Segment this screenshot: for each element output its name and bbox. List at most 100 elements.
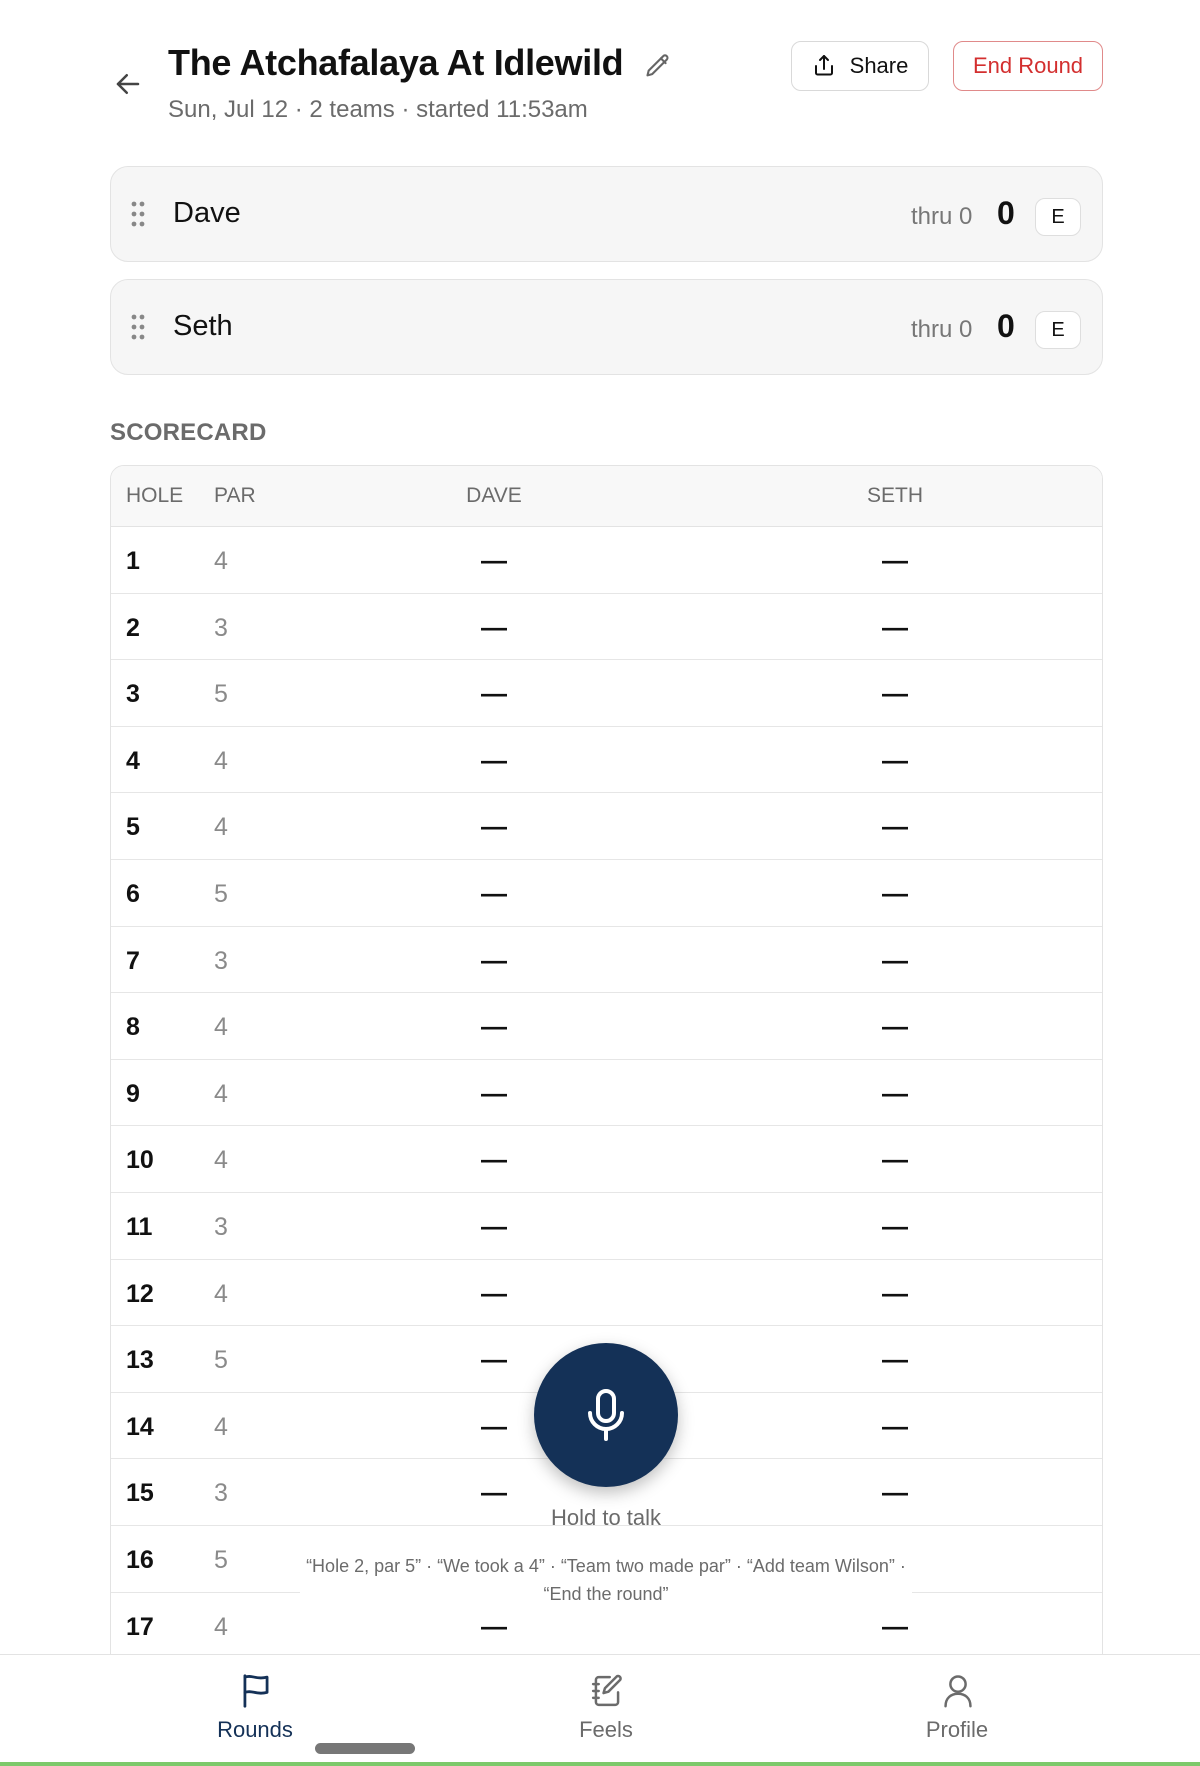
score-cell-seth[interactable]: — — [882, 612, 908, 643]
hole-number: 17 — [126, 1612, 154, 1641]
score-cell-dave[interactable]: — — [481, 1011, 507, 1042]
header: The Atchafalaya At Idlewild Sun, Jul 12 … — [0, 0, 1200, 150]
par-value: 5 — [214, 680, 228, 709]
score-cell-dave[interactable]: — — [481, 1477, 507, 1508]
home-indicator[interactable] — [315, 1743, 415, 1754]
round-subtitle: Sun, Jul 12 · 2 teams · started 11:53am — [168, 96, 588, 123]
share-button[interactable]: Share — [791, 41, 929, 91]
share-label: Share — [849, 53, 909, 78]
par-value: 5 — [214, 879, 228, 908]
score-cell-seth[interactable]: — — [882, 1011, 908, 1042]
score-cell-seth[interactable]: — — [882, 678, 908, 709]
score-cell-seth[interactable]: — — [882, 811, 908, 842]
hole-number: 13 — [126, 1346, 154, 1375]
score-cell-dave[interactable]: — — [481, 612, 507, 643]
team-card-seth[interactable]: Seth thru 0 0 E — [110, 279, 1103, 375]
score-cell-seth[interactable]: — — [882, 878, 908, 909]
end-round-button[interactable]: End Round — [953, 41, 1103, 91]
microphone-icon — [588, 1389, 624, 1441]
score-cell-seth[interactable]: — — [882, 1477, 908, 1508]
score-cell-seth[interactable]: — — [882, 545, 908, 576]
score-cell-seth[interactable]: — — [882, 945, 908, 976]
notebook-pen-icon — [591, 1674, 622, 1707]
score-cell-dave[interactable]: — — [481, 878, 507, 909]
scorecard-row[interactable]: 5 4 — — — [111, 793, 1102, 860]
scorecard-row[interactable]: 7 3 — — — [111, 927, 1102, 994]
par-value: 4 — [214, 1079, 228, 1108]
score-cell-dave[interactable]: — — [481, 1344, 507, 1375]
score-cell-seth[interactable]: — — [882, 1078, 908, 1109]
par-value: 3 — [214, 1479, 228, 1508]
hole-number: 9 — [126, 1079, 140, 1108]
arrow-left-icon — [116, 74, 140, 94]
score-cell-dave[interactable]: — — [481, 811, 507, 842]
hole-number: 12 — [126, 1279, 154, 1308]
scorecard-row[interactable]: 11 3 — — — [111, 1193, 1102, 1260]
team-name: Seth — [173, 310, 233, 342]
par-value: 4 — [214, 1146, 228, 1175]
score-cell-dave[interactable]: — — [481, 945, 507, 976]
hole-number: 16 — [126, 1545, 154, 1574]
score-cell-dave[interactable]: — — [481, 545, 507, 576]
column-header-hole: HOLE — [126, 484, 184, 507]
scorecard-row[interactable]: 6 5 — — — [111, 860, 1102, 927]
score-cell-seth[interactable]: — — [882, 1278, 908, 1309]
hold-to-talk-label: Hold to talk — [550, 1505, 662, 1530]
bottom-tab-bar: Rounds Feels Profile — [0, 1654, 1200, 1766]
tab-label: Rounds — [217, 1717, 293, 1742]
scorecard-rows: 1 4— —2 3— —3 5— —4 4— —5 4— —6 5— —7 3— —8 4— —9 4— —10 4—… — [111, 527, 1102, 1660]
tab-label: Profile — [925, 1717, 989, 1742]
score-cell-seth[interactable]: — — [882, 1211, 908, 1242]
team-card-dave[interactable]: Dave thru 0 0 E — [110, 166, 1103, 262]
score-cell-dave[interactable]: — — [481, 678, 507, 709]
par-value: 5 — [214, 1346, 228, 1375]
column-header-seth: SETH — [866, 484, 924, 507]
end-round-label: End Round — [972, 53, 1084, 78]
drag-handle-icon[interactable] — [131, 201, 145, 227]
scorecard-row[interactable]: 9 4 — — — [111, 1060, 1102, 1127]
scorecard-row[interactable]: 2 3 — — — [111, 594, 1102, 661]
to-par-badge: E — [1035, 198, 1081, 236]
team-score: 0 — [997, 195, 1015, 231]
tab-label: Feels — [579, 1717, 633, 1742]
scorecard-label: SCORECARD — [110, 419, 267, 446]
score-cell-seth[interactable]: — — [882, 745, 908, 776]
tab-profile[interactable]: Profile — [857, 1655, 1057, 1755]
hole-number: 5 — [126, 813, 140, 842]
share-icon — [814, 55, 833, 76]
score-cell-dave[interactable]: — — [481, 745, 507, 776]
back-button[interactable] — [108, 64, 148, 104]
team-thru: thru 0 — [911, 316, 973, 343]
par-value: 3 — [214, 1212, 228, 1241]
tab-rounds[interactable]: Rounds — [155, 1655, 355, 1755]
hole-number: 2 — [126, 613, 140, 642]
score-cell-dave[interactable]: — — [481, 1144, 507, 1175]
par-value: 4 — [214, 1013, 228, 1042]
score-cell-dave[interactable]: — — [481, 1078, 507, 1109]
par-value: 4 — [214, 547, 228, 575]
column-header-dave: DAVE — [466, 484, 522, 507]
score-cell-dave[interactable]: — — [481, 1411, 507, 1442]
scorecard-row[interactable]: 4 4 — — — [111, 727, 1102, 794]
tab-feels[interactable]: Feels — [506, 1655, 706, 1755]
hole-number: 4 — [126, 746, 140, 775]
score-cell-seth[interactable]: — — [882, 1344, 908, 1375]
hole-number: 11 — [126, 1212, 153, 1241]
drag-handle-icon[interactable] — [131, 314, 145, 340]
score-cell-dave[interactable]: — — [481, 1278, 507, 1309]
score-cell-dave[interactable]: — — [481, 1211, 507, 1242]
edit-title-button[interactable] — [644, 52, 672, 80]
scorecard-row[interactable]: 3 5 — — — [111, 660, 1102, 727]
score-cell-seth[interactable]: — — [882, 1411, 908, 1442]
score-cell-seth[interactable]: — — [882, 1144, 908, 1175]
scorecard-row[interactable]: 1 4 — — — [111, 527, 1102, 594]
hole-number: 8 — [126, 1013, 140, 1042]
scorecard-row[interactable]: 8 4 — — — [111, 993, 1102, 1060]
hold-to-talk-button[interactable] — [534, 1343, 678, 1487]
par-value: 4 — [214, 1612, 228, 1641]
scorecard-row[interactable]: 10 4 — — — [111, 1126, 1102, 1193]
team-thru: thru 0 — [911, 203, 973, 230]
scorecard-row[interactable]: 12 4 — — — [111, 1260, 1102, 1327]
team-name: Dave — [173, 197, 241, 229]
page-title: The Atchafalaya At Idlewild — [168, 42, 624, 83]
